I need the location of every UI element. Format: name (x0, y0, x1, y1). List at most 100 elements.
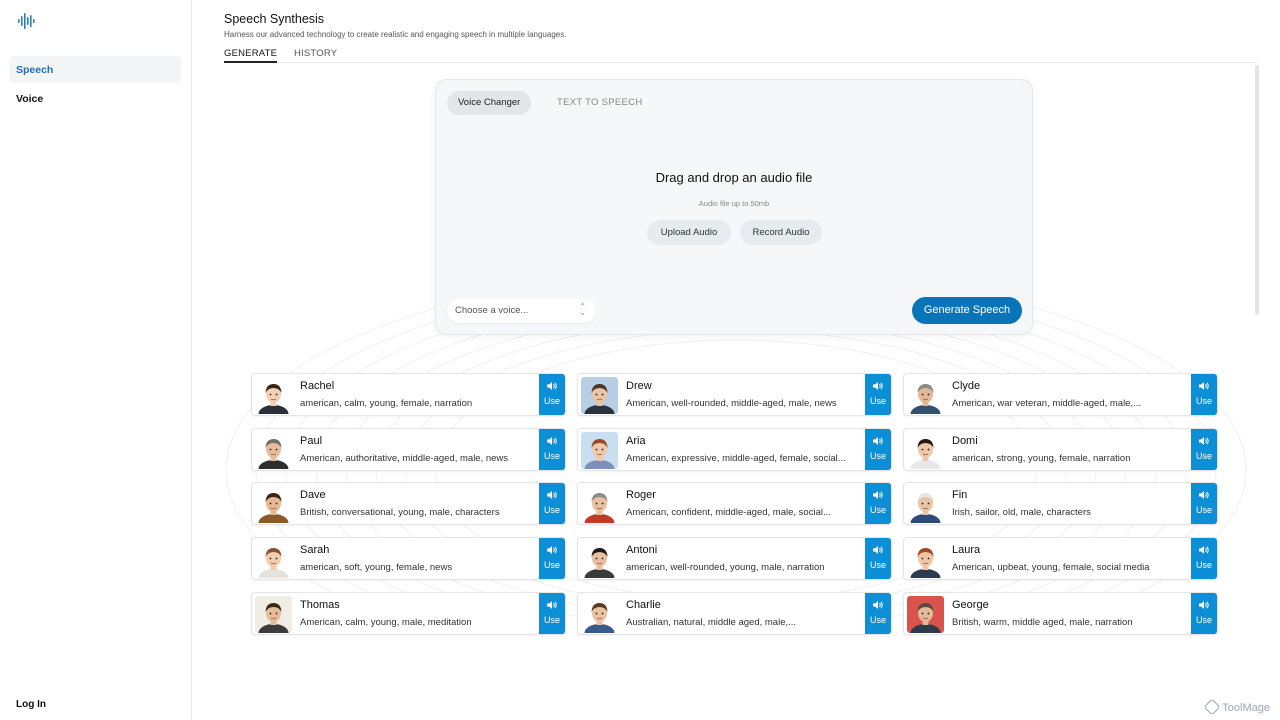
voice-avatar (255, 377, 292, 414)
use-voice-button[interactable]: Use (539, 429, 565, 470)
voice-avatar (581, 596, 618, 633)
voice-card[interactable]: Thomas American, calm, young, male, medit… (251, 592, 566, 635)
voice-avatar (581, 486, 618, 523)
voice-card[interactable]: Charlie Australian, natural, middle aged,… (577, 592, 892, 635)
use-label: Use (869, 396, 886, 406)
speaker-icon (873, 437, 883, 445)
voice-name: Antoni (626, 544, 658, 556)
voice-description: American, calm, young, male, meditation (300, 617, 472, 628)
voice-name: Fin (952, 489, 968, 501)
use-voice-button[interactable]: Use (865, 374, 891, 415)
voice-name: Laura (952, 544, 981, 556)
sidebar-item-label: Speech (16, 64, 54, 76)
speaker-icon (1199, 382, 1209, 390)
voice-card[interactable]: Roger American, confident, middle-aged, m… (577, 482, 892, 525)
speaker-icon (547, 546, 557, 554)
watermark: ToolMage (1203, 698, 1270, 716)
speaker-icon (547, 491, 557, 499)
voice-name: Drew (626, 380, 652, 392)
page-title: Speech Synthesis (224, 12, 325, 26)
tab-text-to-speech[interactable]: TEXT TO SPEECH (546, 91, 654, 115)
use-voice-button[interactable]: Use (539, 483, 565, 524)
use-voice-button[interactable]: Use (865, 483, 891, 524)
chevron-updown-icon: ⌃ ⌄ (579, 302, 586, 317)
use-voice-button[interactable]: Use (1191, 374, 1217, 415)
voice-description: American, war veteran, middle-aged, male… (952, 398, 1142, 409)
voice-description: american, well-rounded, young, male, nar… (626, 562, 825, 573)
voice-avatar (255, 486, 292, 523)
voice-card[interactable]: Fin Irish, sailor, old, male, characters U… (903, 482, 1218, 525)
voice-description: American, well-rounded, middle-aged, mal… (626, 398, 837, 409)
voice-card[interactable]: Aria American, expressive, middle-aged, f… (577, 428, 892, 471)
voice-card[interactable]: Rachel american, calm, young, female, nar… (251, 373, 566, 416)
tab-voice-changer[interactable]: Voice Changer (447, 91, 532, 115)
speaker-icon (1199, 601, 1209, 609)
voice-card[interactable]: Antoni american, well-rounded, young, mal… (577, 537, 892, 580)
voice-card[interactable]: Clyde American, war veteran, middle-aged,… (903, 373, 1218, 416)
voice-avatar (581, 432, 618, 469)
scrollbar[interactable] (1255, 65, 1259, 315)
voice-name: Thomas (300, 599, 340, 611)
voice-description: British, conversational, young, male, ch… (300, 507, 500, 518)
voice-avatar (907, 432, 944, 469)
sidebar-item-voice[interactable]: Voice (10, 85, 181, 112)
voice-avatar (907, 486, 944, 523)
use-label: Use (869, 615, 886, 625)
tab-generate[interactable]: GENERATE (224, 48, 278, 63)
use-label: Use (543, 615, 560, 625)
use-voice-button[interactable]: Use (539, 538, 565, 579)
voice-description: American, authoritative, middle-aged, ma… (300, 453, 509, 464)
voice-select-value: Choose a voice... (455, 305, 529, 316)
voice-description: American, upbeat, young, female, social … (952, 562, 1150, 573)
voice-name: Dave (300, 489, 326, 501)
voice-card[interactable]: Dave British, conversational, young, male… (251, 482, 566, 525)
voice-avatar (581, 541, 618, 578)
sidebar-item-speech[interactable]: Speech (10, 56, 181, 83)
use-voice-button[interactable]: Use (1191, 483, 1217, 524)
waveform-icon[interactable] (17, 12, 37, 30)
upload-audio-button[interactable]: Upload Audio (647, 220, 731, 245)
use-voice-button[interactable]: Use (539, 593, 565, 634)
voice-description: American, expressive, middle-aged, femal… (626, 453, 846, 464)
login-link[interactable]: Log In (16, 699, 46, 710)
tab-history[interactable]: HISTORY (294, 48, 337, 59)
use-voice-button[interactable]: Use (865, 593, 891, 634)
voice-card[interactable]: Sarah american, soft, young, female, news… (251, 537, 566, 580)
voice-avatar (255, 432, 292, 469)
voice-description: British, warm, middle aged, male, narrat… (952, 617, 1133, 628)
generate-speech-button[interactable]: Generate Speech (912, 297, 1022, 324)
voice-description: Irish, sailor, old, male, characters (952, 507, 1091, 518)
use-label: Use (869, 560, 886, 570)
voice-card[interactable]: Drew American, well-rounded, middle-aged,… (577, 373, 892, 416)
voice-description: american, strong, young, female, narrati… (952, 453, 1131, 464)
voice-avatar (255, 541, 292, 578)
use-voice-button[interactable]: Use (865, 538, 891, 579)
voice-card[interactable]: Paul American, authoritative, middle-aged… (251, 428, 566, 471)
voice-avatar (907, 377, 944, 414)
use-voice-button[interactable]: Use (865, 429, 891, 470)
use-voice-button[interactable]: Use (1191, 429, 1217, 470)
use-label: Use (869, 505, 886, 515)
voice-avatar (907, 541, 944, 578)
voice-card[interactable]: Domi american, strong, young, female, nar… (903, 428, 1218, 471)
use-voice-button[interactable]: Use (1191, 538, 1217, 579)
use-voice-button[interactable]: Use (1191, 593, 1217, 634)
dropzone-title[interactable]: Drag and drop an audio file (436, 170, 1032, 185)
speaker-icon (873, 382, 883, 390)
dropzone-subtitle: Audio file up to 50mb (698, 199, 770, 208)
use-label: Use (543, 560, 560, 570)
speaker-icon (547, 601, 557, 609)
voice-card[interactable]: George British, warm, middle aged, male, … (903, 592, 1218, 635)
voice-card[interactable]: Laura American, upbeat, young, female, so… (903, 537, 1218, 580)
voice-name: Roger (626, 489, 656, 501)
speaker-icon (1199, 437, 1209, 445)
speaker-icon (873, 491, 883, 499)
voice-name: Rachel (300, 380, 335, 392)
voice-name: George (952, 599, 989, 611)
voice-select[interactable]: Choose a voice... ⌃ ⌄ (447, 299, 596, 323)
use-voice-button[interactable]: Use (539, 374, 565, 415)
generator-panel: Voice Changer TEXT TO SPEECH Drag and dr… (435, 79, 1033, 335)
watermark-logo-icon (1203, 698, 1221, 716)
use-label: Use (543, 451, 560, 461)
record-audio-button[interactable]: Record Audio (740, 220, 822, 245)
